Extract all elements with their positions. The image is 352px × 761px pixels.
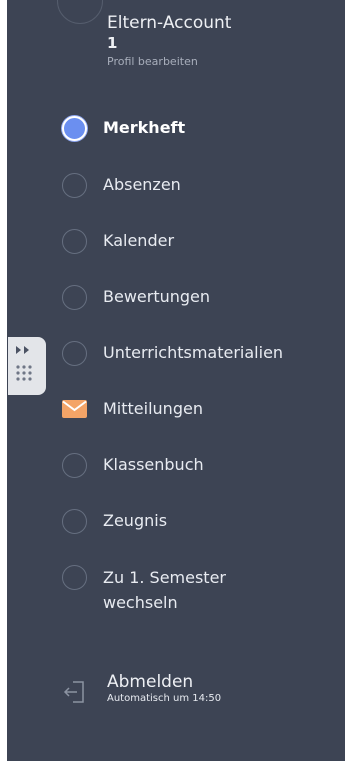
radio-icon [62,508,87,534]
radio-icon [62,228,87,254]
nav-item-label: Klassenbuch [103,455,204,474]
radio-selected-icon [62,115,87,141]
nav-item-unterrichtsmaterialien[interactable]: Unterrichtsmaterialien [62,338,283,368]
mail-icon [62,400,87,418]
auto-logout-time: Automatisch um 14:50 [107,693,222,704]
profile-name: Eltern-Account [107,13,232,33]
nav-item-label: Unterrichtsmaterialien [103,343,284,362]
nav-item-klassenbuch[interactable]: Klassenbuch [62,450,204,480]
radio-icon [62,565,87,590]
nav-item-mitteilungen[interactable]: Mitteilungen [62,394,203,424]
nav-item-label: Kalender [103,231,175,250]
logout-button[interactable]: Abmelden Automatisch um 14:50 [62,672,227,705]
logout-icon [63,681,84,703]
radio-icon [62,172,87,198]
nav-item-absenzen[interactable]: Absenzen [62,170,181,200]
nav-item-label: Absenzen [103,175,181,194]
profile-section: Eltern-Account 1 Profil bearbeiten [107,12,231,70]
radio-icon [62,284,87,310]
nav-item-label: Zeugnis [103,511,168,530]
nav-item-bewertungen[interactable]: Bewertungen [62,282,210,312]
profile-id: 1 [107,34,118,52]
logout-text: Abmelden Automatisch um 14:50 [107,672,227,705]
dot-grid-icon [16,365,32,381]
nav-item-label: Bewertungen [103,287,211,306]
nav-item-zeugnis[interactable]: Zeugnis [62,506,167,536]
nav-item-merkheft[interactable]: Merkheft [62,113,185,143]
radio-icon [62,340,87,366]
double-chevron-right-icon [16,346,29,354]
nav-item-label: Zu 1. Semester wechseln [103,568,226,612]
sidebar-toggle-handle[interactable] [8,337,46,395]
nav-item-kalender[interactable]: Kalender [62,226,174,256]
nav-item-label: Mitteilungen [103,399,203,418]
radio-icon [62,452,87,478]
nav-item-semester-wechseln[interactable]: Zu 1. Semester wechseln [62,565,293,615]
edit-profile-link[interactable]: Profil bearbeiten [107,54,231,70]
logout-label: Abmelden [107,672,194,692]
nav-item-label: Merkheft [103,118,186,137]
sidebar: Eltern-Account 1 Profil bearbeiten Merkh… [7,0,345,761]
avatar[interactable] [57,0,103,24]
